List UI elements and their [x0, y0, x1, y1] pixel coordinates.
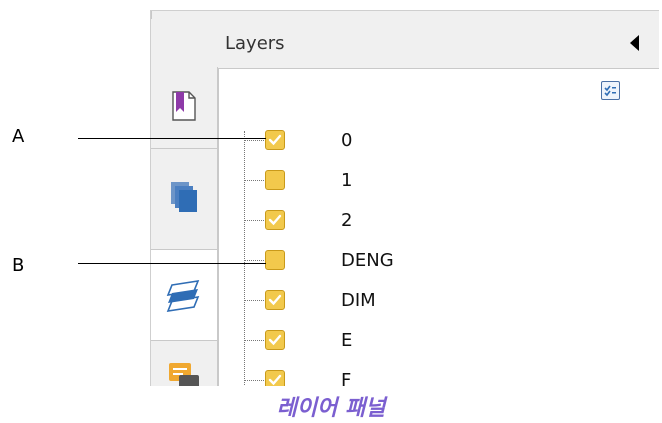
layer-name: DENG	[341, 250, 394, 271]
tab-pages[interactable]	[151, 149, 217, 250]
callout-label-a: A	[12, 126, 25, 147]
checkmark-icon	[268, 214, 282, 226]
layer-row: F	[219, 361, 619, 386]
callout-line-a	[78, 138, 266, 139]
layers-icon	[164, 273, 204, 318]
layers-panel-window: Layers 0 1 2 DENG DIM E F	[150, 10, 659, 386]
layer-visibility-checkbox[interactable]	[265, 370, 285, 386]
figure-caption: 레이어 패널	[276, 396, 386, 421]
layer-name: 2	[341, 210, 353, 231]
tab-comments[interactable]	[151, 341, 217, 386]
layer-visibility-checkbox[interactable]	[265, 290, 285, 310]
callout-line-b	[78, 263, 266, 264]
tree-branch	[244, 340, 264, 341]
tree-branch	[244, 220, 264, 221]
checkmark-icon	[268, 374, 282, 386]
layer-visibility-checkbox[interactable]	[265, 210, 285, 230]
callout-label-b: B	[12, 255, 25, 276]
layer-row: 0	[219, 121, 619, 161]
layer-row: DENG	[219, 241, 619, 281]
panel-header: Layers	[218, 11, 659, 68]
layer-visibility-checkbox[interactable]	[265, 250, 285, 270]
tree-branch	[244, 300, 264, 301]
layer-name: 0	[341, 130, 353, 151]
layer-visibility-checkbox[interactable]	[265, 330, 285, 350]
layer-name: 1	[341, 170, 353, 191]
panel-title: Layers	[225, 33, 285, 54]
layers-list: 0 1 2 DENG DIM E F	[218, 68, 659, 386]
layer-name: DIM	[341, 290, 376, 311]
checklist-icon	[602, 85, 619, 103]
checkmark-icon	[268, 294, 282, 306]
layer-row: 2	[219, 201, 619, 241]
layer-name: E	[341, 330, 353, 351]
tab-bookmarks[interactable]	[151, 68, 217, 149]
comments-icon	[167, 361, 201, 386]
layer-options-button[interactable]	[601, 81, 620, 100]
layer-name: F	[341, 370, 352, 386]
frame-tick	[151, 11, 152, 19]
layer-visibility-checkbox[interactable]	[265, 130, 285, 150]
checkmark-icon	[268, 134, 282, 146]
tree-branch	[244, 140, 264, 141]
bookmark-icon	[171, 90, 197, 127]
tree-branch	[244, 260, 264, 261]
layer-row: 1	[219, 161, 619, 201]
layer-row: E	[219, 321, 619, 361]
tree-branch	[244, 380, 264, 381]
collapse-panel-arrow-icon[interactable]	[630, 35, 639, 51]
tree-branch	[244, 180, 264, 181]
pages-icon	[169, 180, 199, 219]
checkmark-icon	[268, 334, 282, 346]
layer-row: DIM	[219, 281, 619, 321]
layer-visibility-checkbox[interactable]	[265, 170, 285, 190]
